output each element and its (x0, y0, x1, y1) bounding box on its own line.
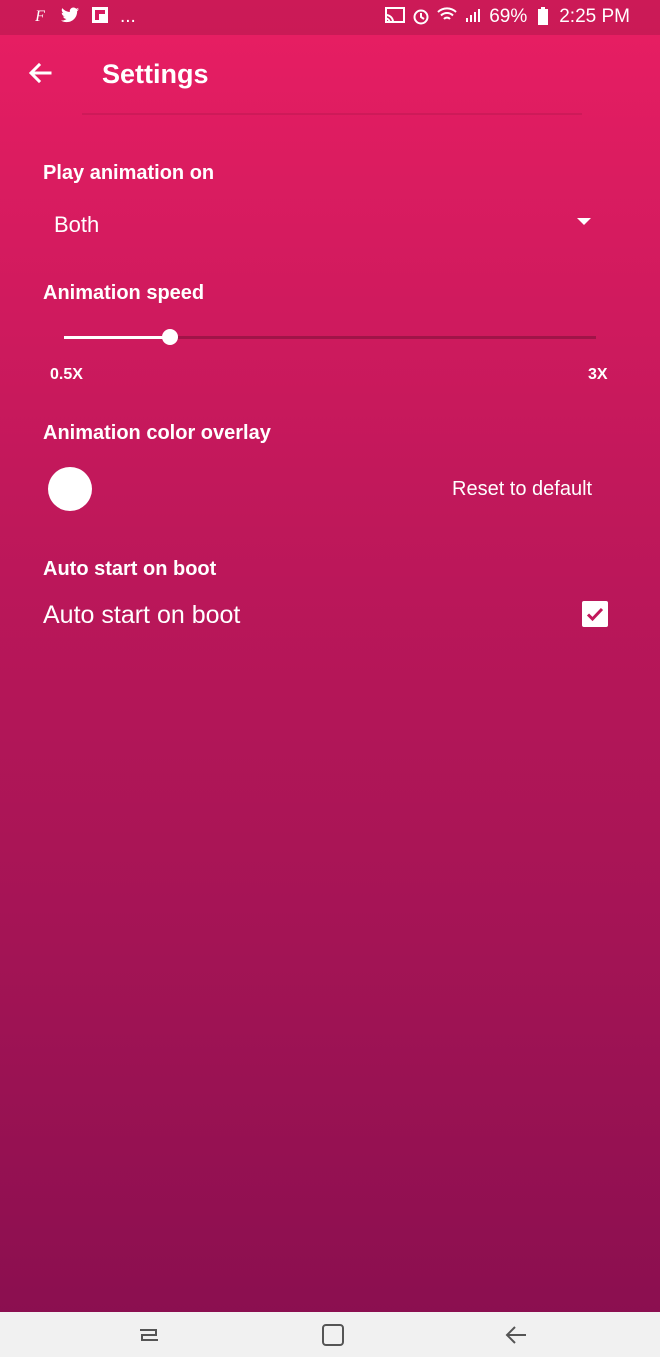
facebook-icon: F (35, 8, 45, 25)
recent-apps-icon[interactable] (134, 1320, 164, 1350)
reset-to-default-button[interactable]: Reset to default (452, 478, 592, 501)
twitter-icon (60, 7, 80, 27)
play-animation-dropdown[interactable]: Both (43, 200, 603, 248)
flipboard-icon (90, 7, 110, 27)
system-nav-bar (0, 1312, 660, 1357)
battery-percent: 69% (489, 6, 528, 27)
color-overlay-label: Animation color overlay (43, 422, 271, 444)
dropdown-caret-icon (577, 218, 591, 225)
back-arrow-icon[interactable] (24, 57, 56, 89)
signal-icon (463, 7, 483, 27)
slider-max-label: 3X (588, 366, 608, 383)
play-animation-selected-value: Both (54, 212, 100, 237)
status-time: 2:25 PM (559, 6, 630, 27)
auto-start-checkbox[interactable] (582, 601, 608, 627)
home-icon[interactable] (318, 1320, 348, 1350)
slider-thumb[interactable] (162, 329, 178, 345)
auto-start-checkbox-label[interactable]: Auto start on boot (43, 601, 240, 630)
cast-icon (385, 7, 406, 27)
header-divider (82, 113, 582, 115)
settings-screen: F ... 69% 2:25 PM Settings Play animatio… (0, 0, 660, 1357)
app-header: Settings (0, 35, 660, 115)
animation-speed-slider[interactable] (64, 324, 596, 352)
auto-start-section-label: Auto start on boot (43, 558, 217, 580)
nav-back-icon[interactable] (502, 1320, 532, 1350)
slider-min-label: 0.5X (50, 366, 83, 383)
color-swatch[interactable] (48, 467, 92, 511)
slider-fill (64, 336, 170, 339)
status-left-icons: F ... (30, 6, 136, 28)
status-right-icons: 69% 2:25 PM (385, 6, 630, 28)
animation-speed-label: Animation speed (43, 282, 205, 304)
play-animation-label: Play animation on (43, 162, 215, 184)
wifi-icon (437, 7, 457, 27)
page-title: Settings (102, 59, 209, 89)
checkmark-icon (586, 607, 604, 622)
status-more-indicator: ... (120, 6, 136, 27)
status-bar: F ... 69% 2:25 PM (0, 0, 660, 35)
alarm-icon (411, 7, 431, 27)
battery-icon (533, 7, 553, 27)
